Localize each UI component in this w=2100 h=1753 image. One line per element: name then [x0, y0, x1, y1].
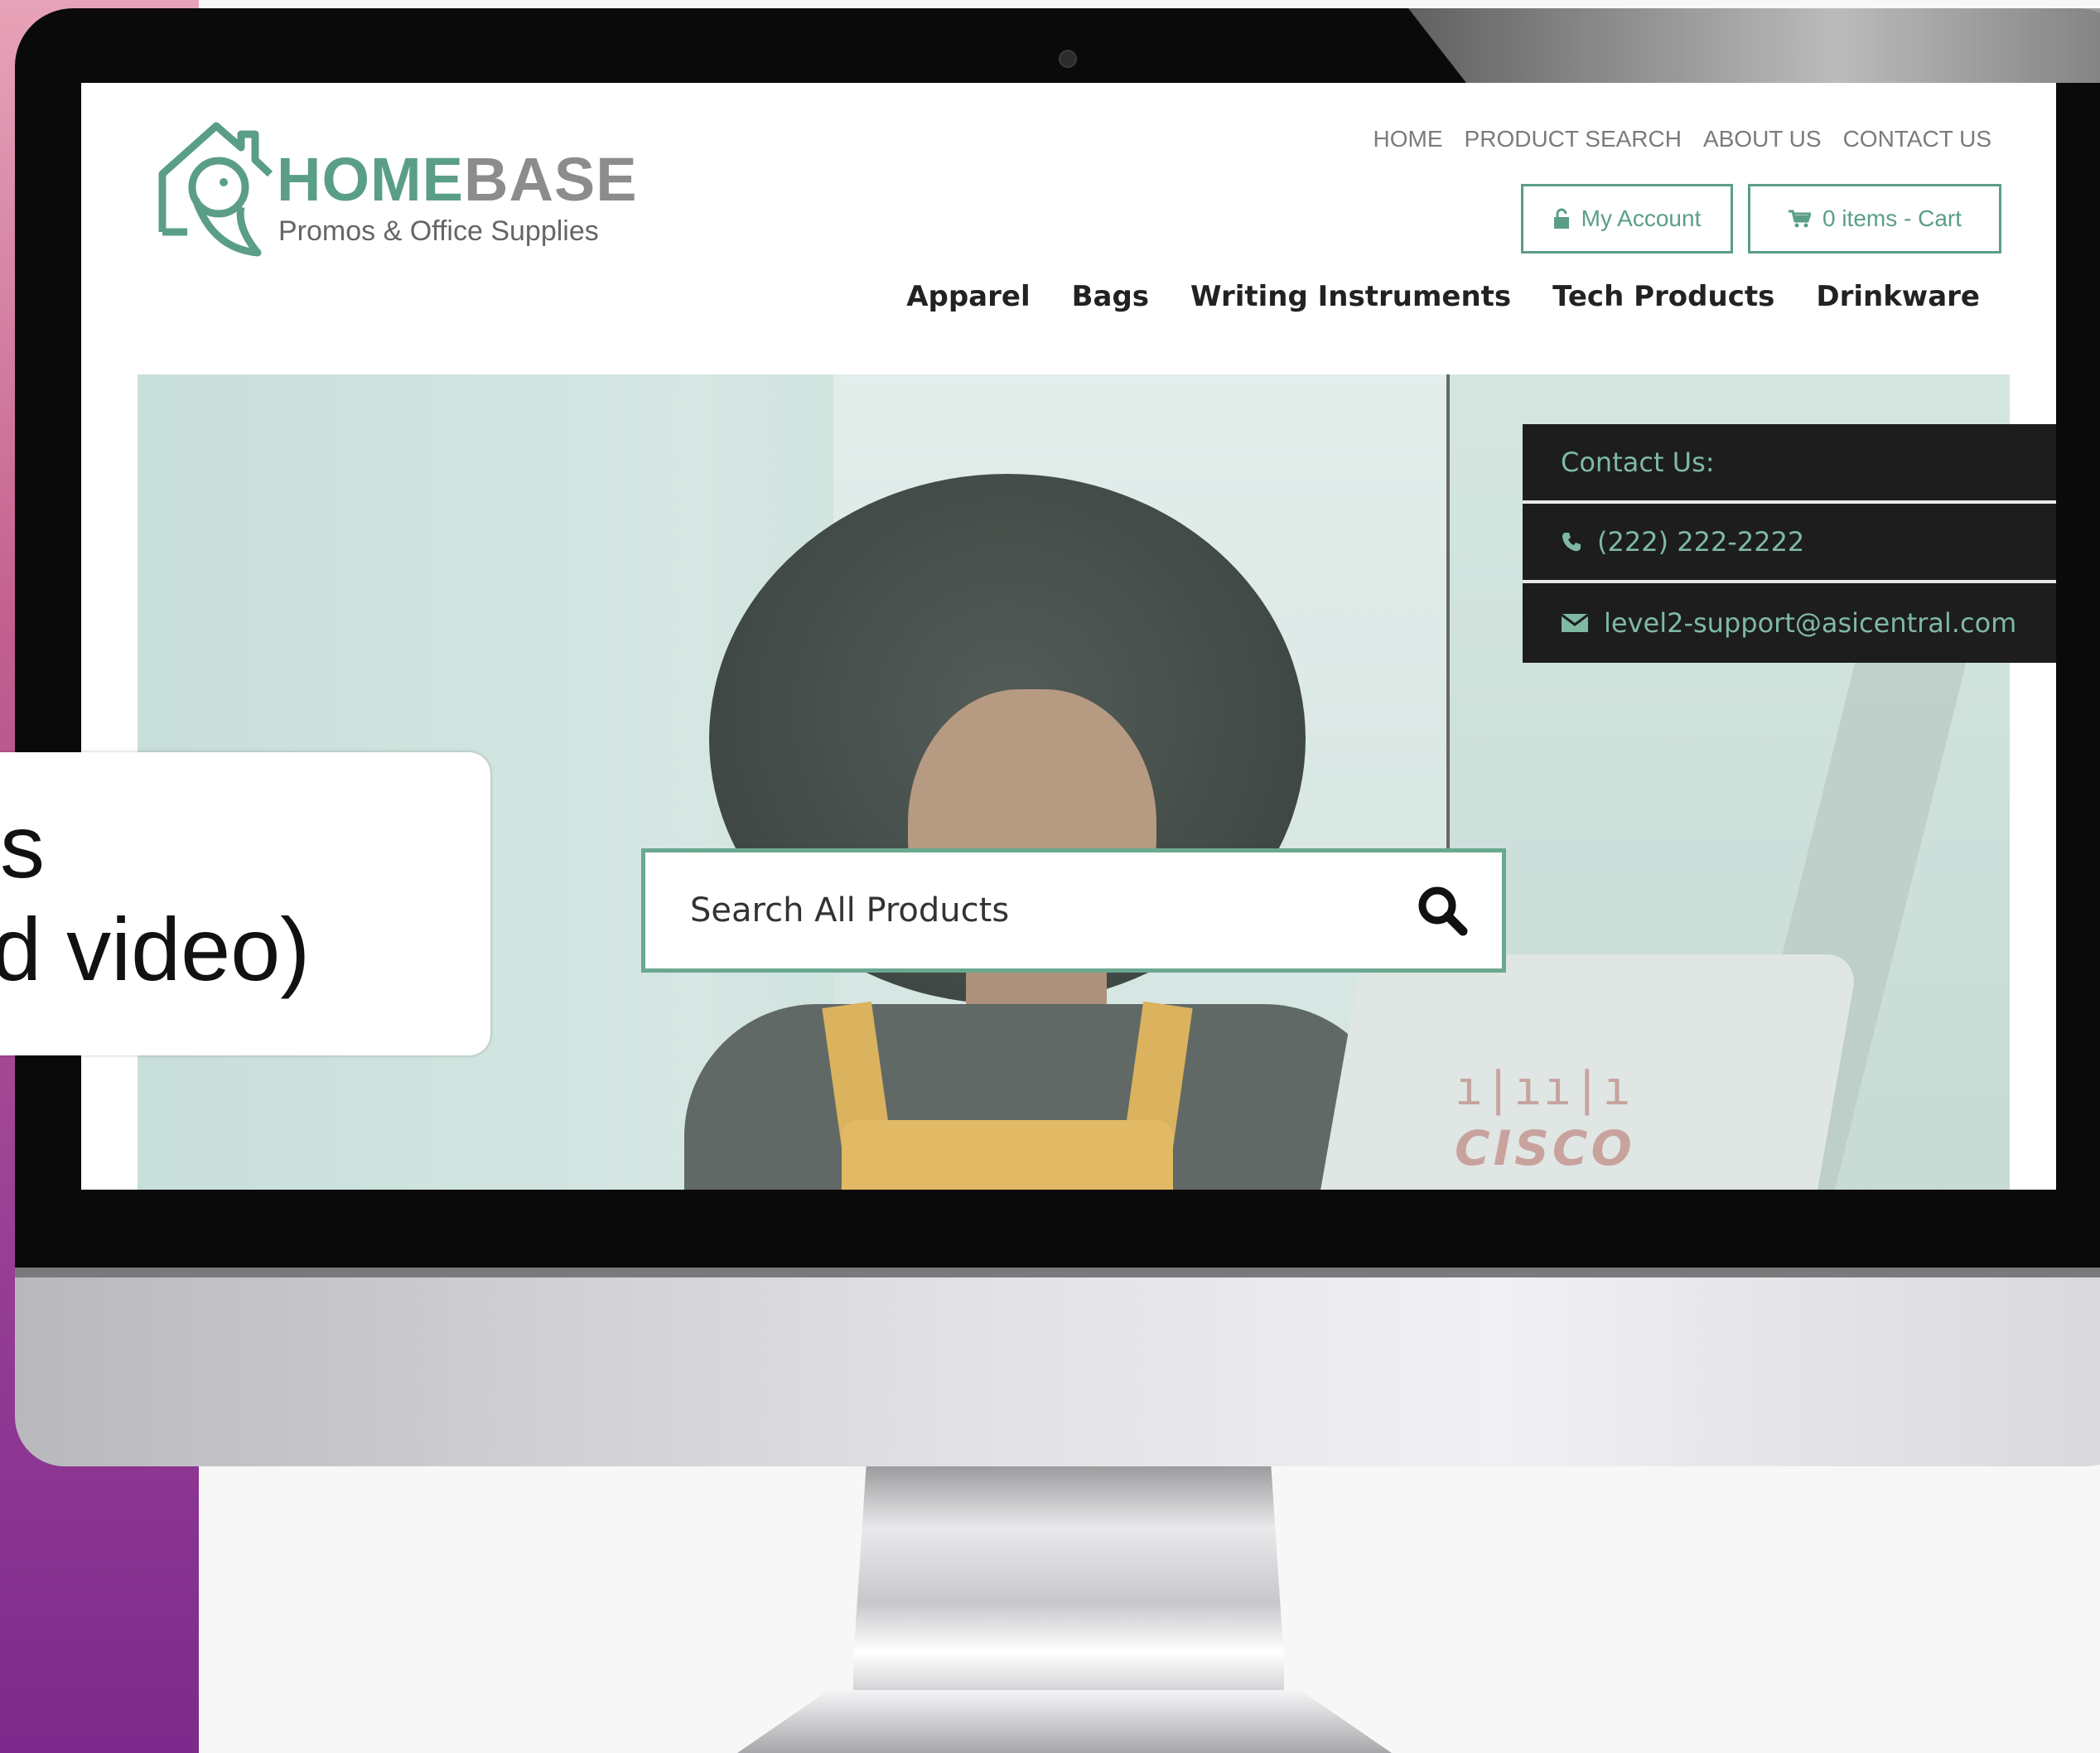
webcam	[1059, 50, 1077, 68]
house-bird-logo-icon	[158, 122, 273, 257]
phone-icon	[1562, 533, 1581, 552]
my-account-button[interactable]: My Account	[1521, 184, 1733, 254]
search-bar	[641, 848, 1506, 973]
top-link-home[interactable]: HOME	[1373, 126, 1443, 152]
envelope-icon	[1561, 613, 1589, 632]
contact-email: level2-support@asicentral.com	[1604, 607, 2017, 639]
nav-apparel[interactable]: Apparel	[906, 280, 1030, 313]
contact-heading: Contact Us:	[1561, 447, 1715, 478]
site-logo[interactable]: HOMEBASE Promos & Office Supplies	[154, 116, 637, 257]
nav-bags[interactable]: Bags	[1072, 280, 1149, 313]
search-input[interactable]	[688, 891, 1354, 930]
callout-line-1: s	[0, 796, 45, 896]
contact-heading-row: Contact Us:	[1523, 424, 2056, 504]
top-links: HOME PRODUCT SEARCH ABOUT US CONTACT US	[1373, 126, 1991, 152]
monitor-chin	[15, 1268, 2100, 1466]
contact-phone-row[interactable]: (222) 222-2222	[1523, 504, 2056, 583]
nav-writing-instruments[interactable]: Writing Instruments	[1190, 280, 1511, 313]
contact-email-row[interactable]: level2-support@asicentral.com	[1523, 583, 2056, 663]
contact-panel: Contact Us: (222) 222-2222 level2-suppor…	[1523, 424, 2056, 663]
bezel-reflection	[1408, 8, 2100, 83]
contact-phone: (222) 222-2222	[1597, 526, 1805, 558]
cart-label: 0 items - Cart	[1822, 205, 1962, 231]
top-link-contact-us[interactable]: CONTACT US	[1843, 126, 1991, 152]
nav-tech-products[interactable]: Tech Products	[1552, 280, 1774, 313]
top-link-about-us[interactable]: ABOUT US	[1703, 126, 1822, 152]
main-nav: Apparel Bags Writing Instruments Tech Pr…	[906, 280, 1980, 313]
search-icon[interactable]	[1416, 884, 1469, 937]
cart-button[interactable]: 0 items - Cart	[1748, 184, 2001, 254]
cart-icon	[1788, 210, 1811, 228]
my-account-label: My Account	[1581, 205, 1702, 231]
logo-title: HOMEBASE	[277, 145, 638, 214]
monitor-stand-base	[737, 1690, 1392, 1753]
callout-box: s d video)	[0, 752, 490, 1055]
monitor-stand	[853, 1466, 1284, 1715]
top-link-product-search[interactable]: PRODUCT SEARCH	[1465, 126, 1682, 152]
logo-subtitle: Promos & Office Supplies	[278, 215, 599, 247]
nav-drinkware[interactable]: Drinkware	[1816, 280, 1980, 313]
callout-line-2: d video)	[0, 899, 311, 999]
monitor-chin-edge	[15, 1268, 2100, 1277]
lock-icon	[1553, 208, 1569, 229]
